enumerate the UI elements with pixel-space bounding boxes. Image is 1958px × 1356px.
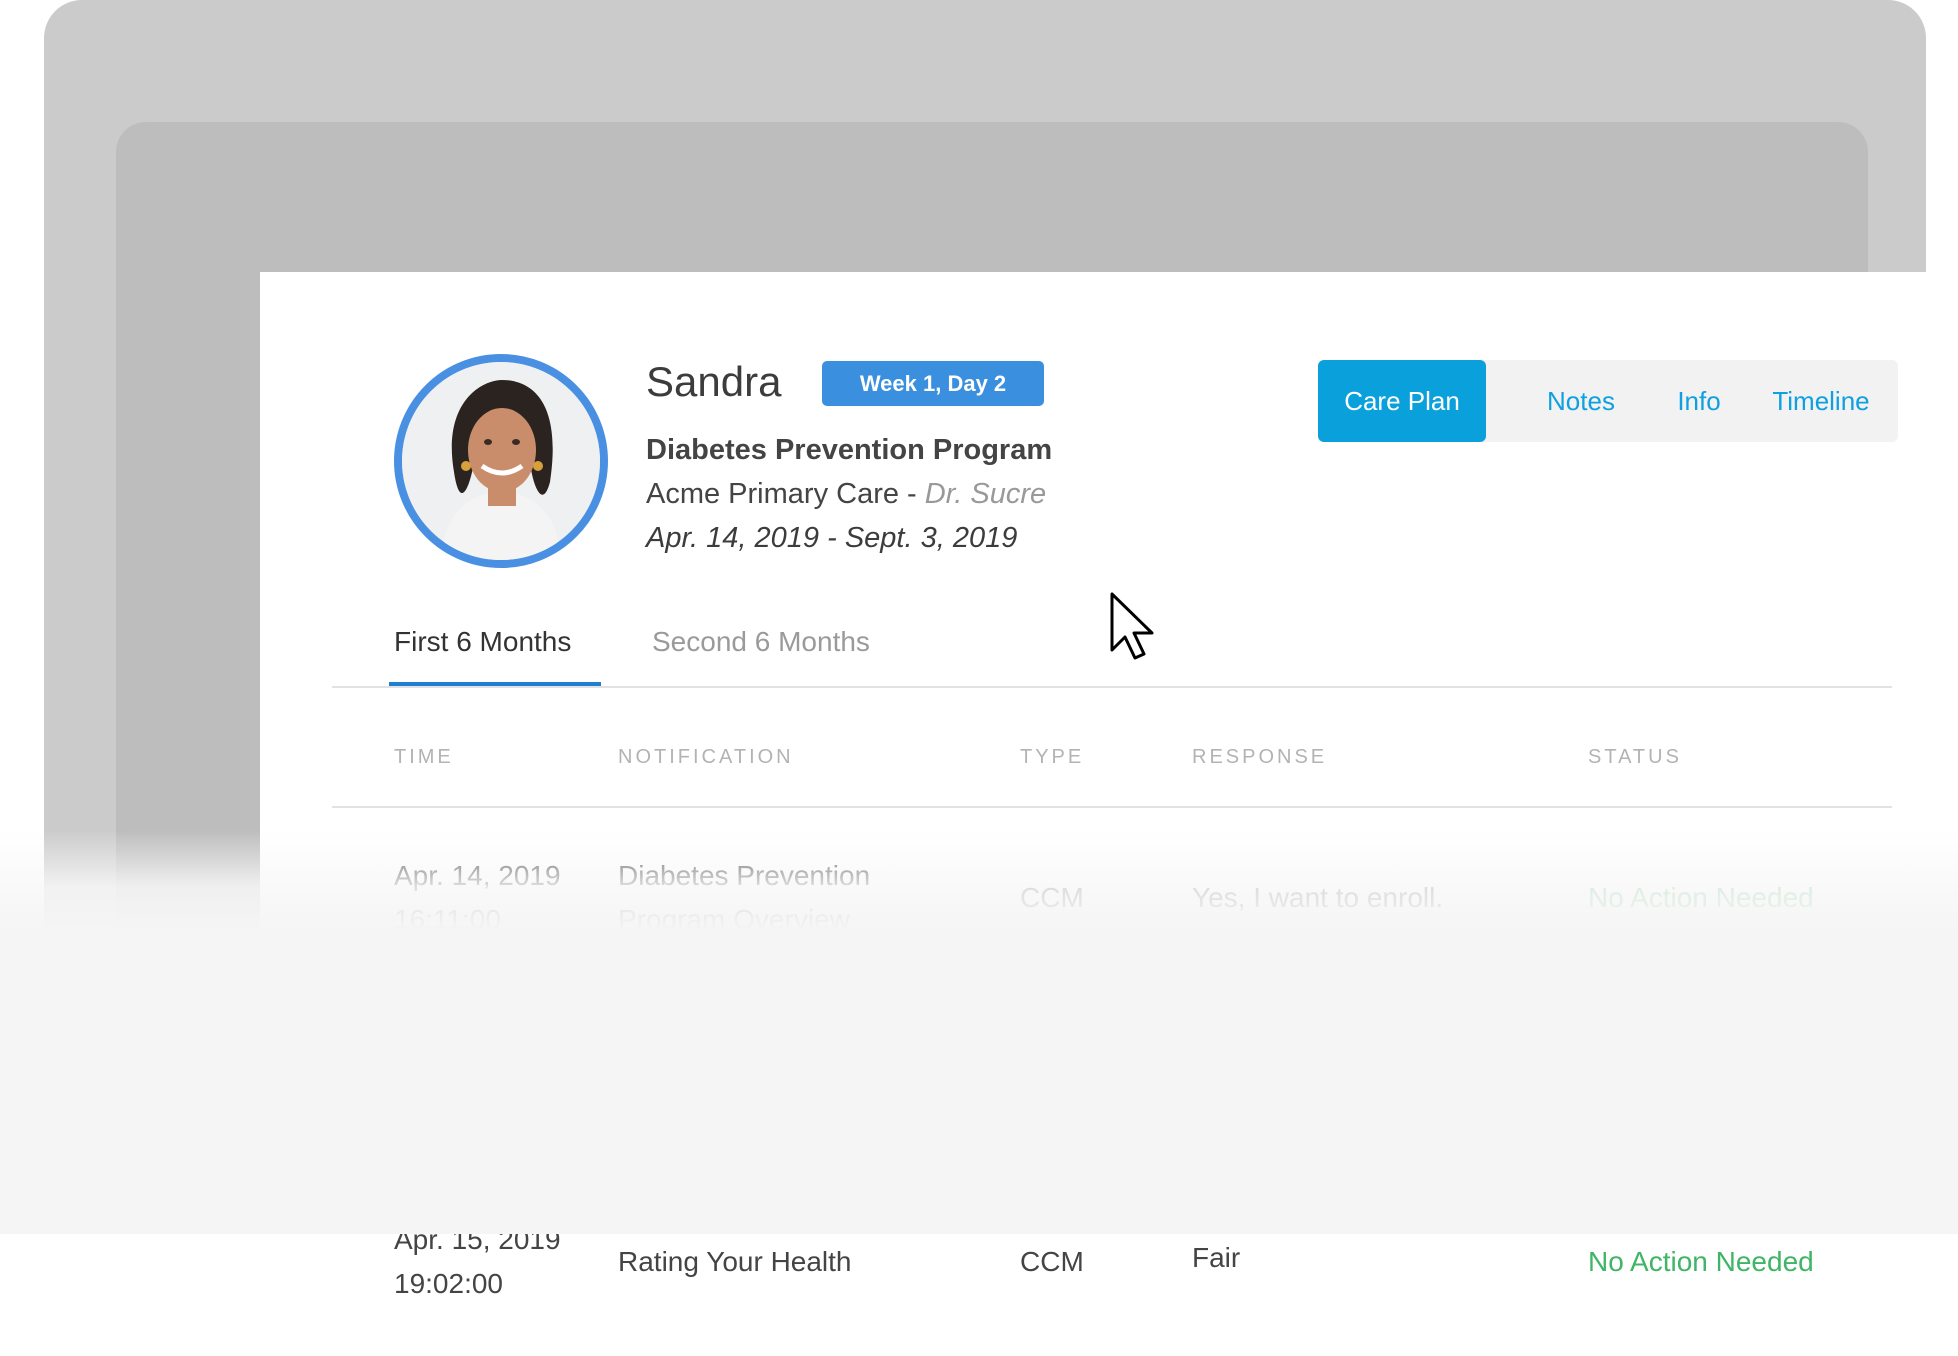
- patient-photo: [402, 362, 600, 560]
- header-divider: [332, 806, 1892, 808]
- tabs-divider: [332, 686, 1892, 688]
- section-nav: Care Plan Notes Info Timeline: [1318, 360, 1898, 442]
- week-day-badge: Week 1, Day 2: [822, 361, 1044, 406]
- row-time: 16:11:00: [394, 904, 501, 935]
- tab-first-6-months[interactable]: First 6 Months: [394, 626, 571, 658]
- nav-info[interactable]: Info: [1644, 360, 1754, 442]
- row-response: Fair: [1192, 1242, 1241, 1273]
- row-notification: Rating Your Health: [618, 1246, 852, 1277]
- row-time: 18:23:00: [394, 1080, 503, 1111]
- row-notification: Diabetes Prevention: [618, 860, 871, 891]
- mouse-pointer-icon: [1110, 592, 1154, 660]
- doctor-name: Dr. Sucre: [924, 478, 1047, 510]
- row-status: No Action Needed: [1588, 1246, 1814, 1277]
- row-divider: [332, 1170, 1892, 1172]
- screen-bezel: Sandra Week 1, Day 2 Diabetes Prevention…: [116, 122, 1956, 1356]
- row-date: Apr. 14, 2019: [394, 860, 561, 891]
- program-dates: Apr. 14, 2019 - Sept. 3, 2019: [646, 522, 1018, 554]
- patient-name: Sandra: [646, 358, 782, 405]
- row-notification-line2: Program Overview: [618, 904, 850, 935]
- patient-avatar: [394, 354, 608, 568]
- nav-notes[interactable]: Notes: [1518, 360, 1644, 442]
- practice-line: Acme Primary Care - Dr. Sucre: [646, 478, 1046, 511]
- column-header-status: STATUS: [1588, 746, 1682, 768]
- row-response: None: [1192, 1058, 1259, 1089]
- nav-timeline[interactable]: Timeline: [1754, 360, 1888, 442]
- app-screen: Sandra Week 1, Day 2 Diabetes Prevention…: [260, 272, 1956, 1356]
- column-header-notification: NOTIFICATION: [618, 746, 794, 768]
- row-status: No Action Needed: [1588, 882, 1814, 913]
- column-header-time: TIME: [394, 746, 454, 768]
- row-status: No Action Needed: [1588, 1056, 1814, 1087]
- program-name: Diabetes Prevention Program: [646, 434, 1053, 466]
- row-type: CCM: [1020, 1058, 1084, 1089]
- row-type: CCM: [1020, 882, 1084, 913]
- column-header-type: TYPE: [1020, 746, 1085, 768]
- row-response: Yes, I want to enroll.: [1192, 882, 1444, 913]
- row-notification: Video Education: [618, 1058, 822, 1089]
- practice-separator: -: [899, 478, 925, 510]
- nav-care-plan[interactable]: Care Plan: [1318, 360, 1486, 442]
- tab-second-6-months[interactable]: Second 6 Months: [652, 626, 870, 658]
- column-header-response: RESPONSE: [1192, 746, 1328, 768]
- row-date: Apr. 15, 2019: [394, 1224, 561, 1255]
- row-time: 19:02:00: [394, 1268, 503, 1299]
- row-date: Apr. 15, 2019: [394, 1036, 561, 1067]
- practice-name: Acme Primary Care: [646, 478, 899, 510]
- row-type: CCM: [1020, 1246, 1084, 1277]
